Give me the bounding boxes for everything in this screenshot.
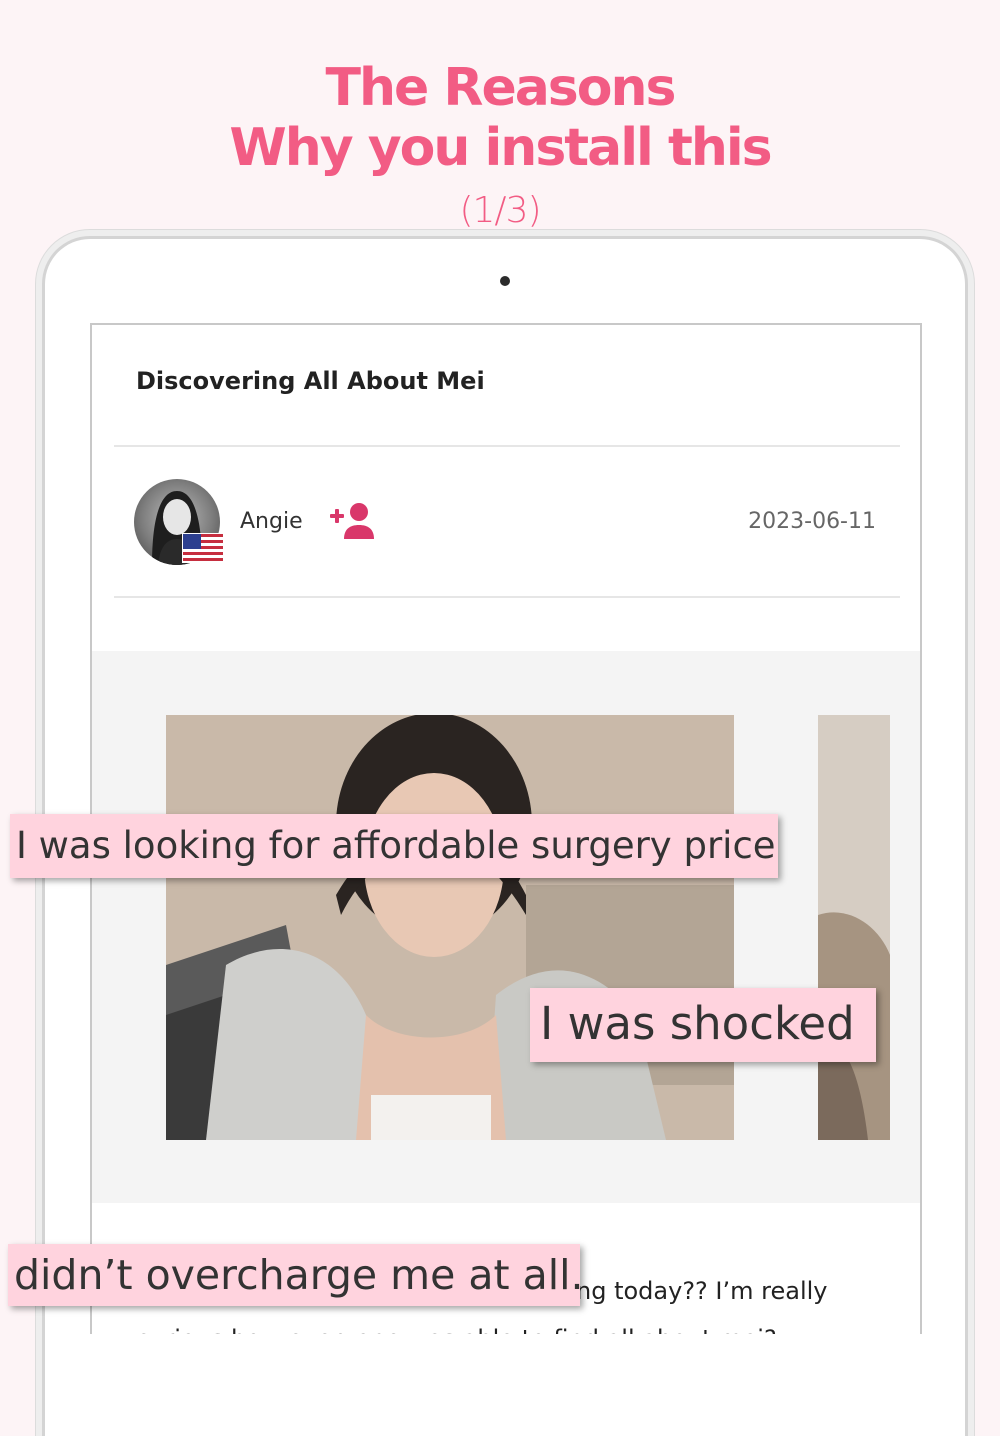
post-date: 2023-06-11: [748, 509, 876, 534]
us-flag-icon: [182, 533, 224, 563]
gallery-photo[interactable]: [166, 715, 734, 1140]
divider: [114, 596, 900, 598]
headline-line-1: The Reasons: [325, 58, 677, 118]
post-title: Discovering All About Mei: [136, 367, 485, 395]
headline-line-2: Why you install this: [229, 118, 772, 178]
caption-shocked: I was shocked: [530, 988, 876, 1062]
portrait-photo: [166, 715, 734, 1140]
page-counter: (1/3): [459, 190, 541, 231]
post-body-line-2: curious how everyone was able to find al…: [136, 1315, 896, 1334]
caption-affordable-price: I was looking for affordable surgery pri…: [10, 814, 778, 878]
tablet-camera: [500, 276, 510, 286]
gallery-photo-next[interactable]: [818, 715, 890, 1140]
add-user-icon[interactable]: [328, 501, 378, 541]
photo-gallery[interactable]: [92, 651, 920, 1203]
author-name[interactable]: Angie: [240, 509, 303, 534]
divider: [114, 445, 900, 447]
next-photo-preview: [818, 715, 890, 1140]
caption-no-overcharge: didn’t overcharge me at all.: [8, 1244, 584, 1306]
